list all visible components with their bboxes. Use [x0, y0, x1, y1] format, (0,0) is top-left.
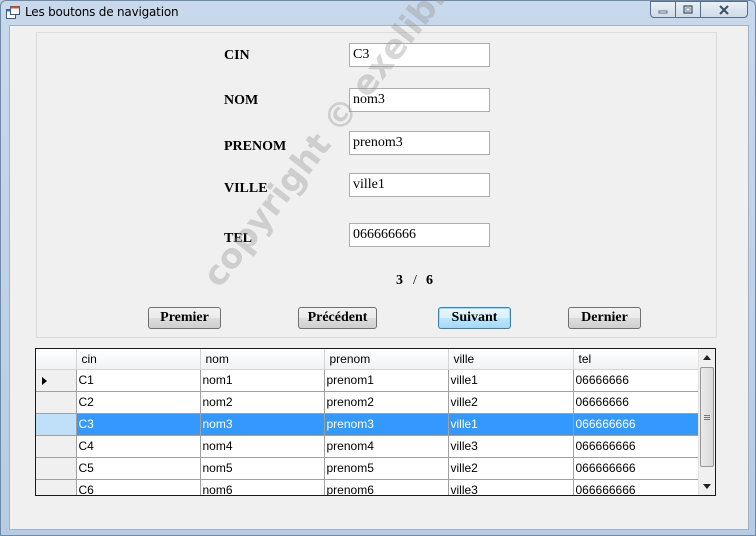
scroll-up-arrow-icon	[703, 355, 711, 360]
tel-cell[interactable]: 066666666	[573, 413, 699, 436]
nom-field[interactable]: nom3	[349, 88, 490, 112]
prenom-cell[interactable]: prenom1	[324, 369, 449, 392]
column-header-prenom[interactable]: prenom	[324, 349, 449, 370]
tel-field[interactable]: 066666666	[349, 223, 490, 247]
maximize-button[interactable]	[675, 1, 701, 18]
tel-cell[interactable]: 066666666	[573, 435, 699, 458]
scroll-up-button[interactable]	[699, 349, 715, 366]
row-header[interactable]	[36, 479, 77, 495]
nom-cell[interactable]: nom1	[200, 369, 325, 392]
table-row[interactable]: C1 nom1 prenom1 ville1 06666666	[36, 369, 699, 392]
prenom-cell[interactable]: prenom2	[324, 391, 449, 414]
table-row-selected[interactable]: C3 nom3 prenom3 ville1 066666666	[36, 413, 699, 436]
table-row[interactable]: C2 nom2 prenom2 ville2 06666666	[36, 391, 699, 414]
row-header[interactable]	[36, 457, 77, 480]
ville-cell[interactable]: ville3	[448, 479, 574, 495]
scroll-thumb[interactable]	[700, 367, 714, 467]
application-window: Les boutons de navigation CIN C3 NOM nom…	[0, 0, 756, 536]
nom-cell[interactable]: nom4	[200, 435, 325, 458]
tel-cell[interactable]: 06666666	[573, 369, 699, 392]
prenom-cell[interactable]: prenom6	[324, 479, 449, 495]
current-record-number: 3	[396, 273, 403, 288]
row-header[interactable]	[36, 391, 77, 414]
tel-cell[interactable]: 06666666	[573, 391, 699, 414]
cin-cell[interactable]: C4	[76, 435, 201, 458]
tel-cell[interactable]: 066666666	[573, 457, 699, 480]
prenom-field[interactable]: prenom3	[349, 131, 490, 155]
ville-field[interactable]: ville1	[349, 173, 490, 197]
app-icon	[6, 6, 20, 19]
column-header-cin[interactable]: cin	[76, 349, 201, 370]
nom-cell[interactable]: nom5	[200, 457, 325, 480]
table-row[interactable]: C5 nom5 prenom5 ville2 066666666	[36, 457, 699, 480]
window-title: Les boutons de navigation	[25, 5, 179, 19]
ville-label: VILLE	[224, 181, 268, 196]
nom-cell[interactable]: nom3	[200, 413, 325, 436]
scroll-down-arrow-icon	[703, 484, 711, 489]
nom-label: NOM	[224, 93, 259, 108]
ville-cell[interactable]: ville1	[448, 369, 574, 392]
records-grid[interactable]: cin nom prenom ville tel C1 nom1 prenom1…	[35, 348, 716, 496]
ville-cell[interactable]: ville3	[448, 435, 574, 458]
cin-field[interactable]: C3	[349, 43, 490, 67]
close-button[interactable]	[700, 1, 748, 18]
next-button[interactable]: Suivant	[438, 307, 511, 329]
table-row[interactable]: C6 nom6 prenom6 ville3 066666666	[36, 479, 699, 495]
prenom-cell[interactable]: prenom5	[324, 457, 449, 480]
total-record-count: 6	[426, 273, 433, 288]
row-header[interactable]	[36, 435, 77, 458]
close-icon	[719, 4, 729, 15]
column-header-nom[interactable]: nom	[200, 349, 325, 370]
prenom-label: PRENOM	[224, 139, 287, 154]
current-row-arrow-icon	[42, 376, 47, 385]
scroll-grip-icon	[704, 414, 710, 420]
first-button[interactable]: Premier	[148, 307, 221, 329]
previous-button[interactable]: Précédent	[298, 307, 377, 329]
prenom-cell[interactable]: prenom3	[324, 413, 449, 436]
last-button[interactable]: Dernier	[568, 307, 641, 329]
title-bar[interactable]: Les boutons de navigation	[1, 1, 755, 25]
maximize-icon	[683, 5, 693, 14]
tel-cell[interactable]: 066666666	[573, 479, 699, 495]
ville-cell[interactable]: ville2	[448, 391, 574, 414]
nom-cell[interactable]: nom2	[200, 391, 325, 414]
table-row[interactable]: C4 nom4 prenom4 ville3 066666666	[36, 435, 699, 458]
row-header[interactable]	[36, 413, 77, 436]
cin-label: CIN	[224, 48, 250, 63]
cin-cell[interactable]: C3	[76, 413, 201, 436]
cin-cell[interactable]: C1	[76, 369, 201, 392]
form-client-area: CIN C3 NOM nom3 PRENOM prenom3 VILLE vil…	[9, 25, 749, 530]
cin-cell[interactable]: C5	[76, 457, 201, 480]
grid-header-row: cin nom prenom ville tel	[36, 349, 699, 370]
prenom-cell[interactable]: prenom4	[324, 435, 449, 458]
column-header-tel[interactable]: tel	[573, 349, 699, 370]
minimize-button[interactable]	[650, 1, 676, 18]
window-controls	[650, 1, 748, 18]
cin-cell[interactable]: C2	[76, 391, 201, 414]
tel-label: TEL	[224, 231, 253, 246]
row-header[interactable]	[36, 369, 77, 392]
nom-cell[interactable]: nom6	[200, 479, 325, 495]
row-header-corner	[36, 349, 77, 370]
record-separator: /	[413, 273, 417, 288]
cin-cell[interactable]: C6	[76, 479, 201, 495]
minimize-icon	[658, 10, 668, 13]
column-header-ville[interactable]: ville	[448, 349, 574, 370]
record-panel: CIN C3 NOM nom3 PRENOM prenom3 VILLE vil…	[36, 32, 717, 338]
records-table: cin nom prenom ville tel C1 nom1 prenom1…	[36, 349, 699, 495]
scroll-down-button[interactable]	[699, 478, 715, 495]
ville-cell[interactable]: ville2	[448, 457, 574, 480]
grid-vertical-scrollbar[interactable]	[698, 349, 715, 495]
ville-cell[interactable]: ville1	[448, 413, 574, 436]
